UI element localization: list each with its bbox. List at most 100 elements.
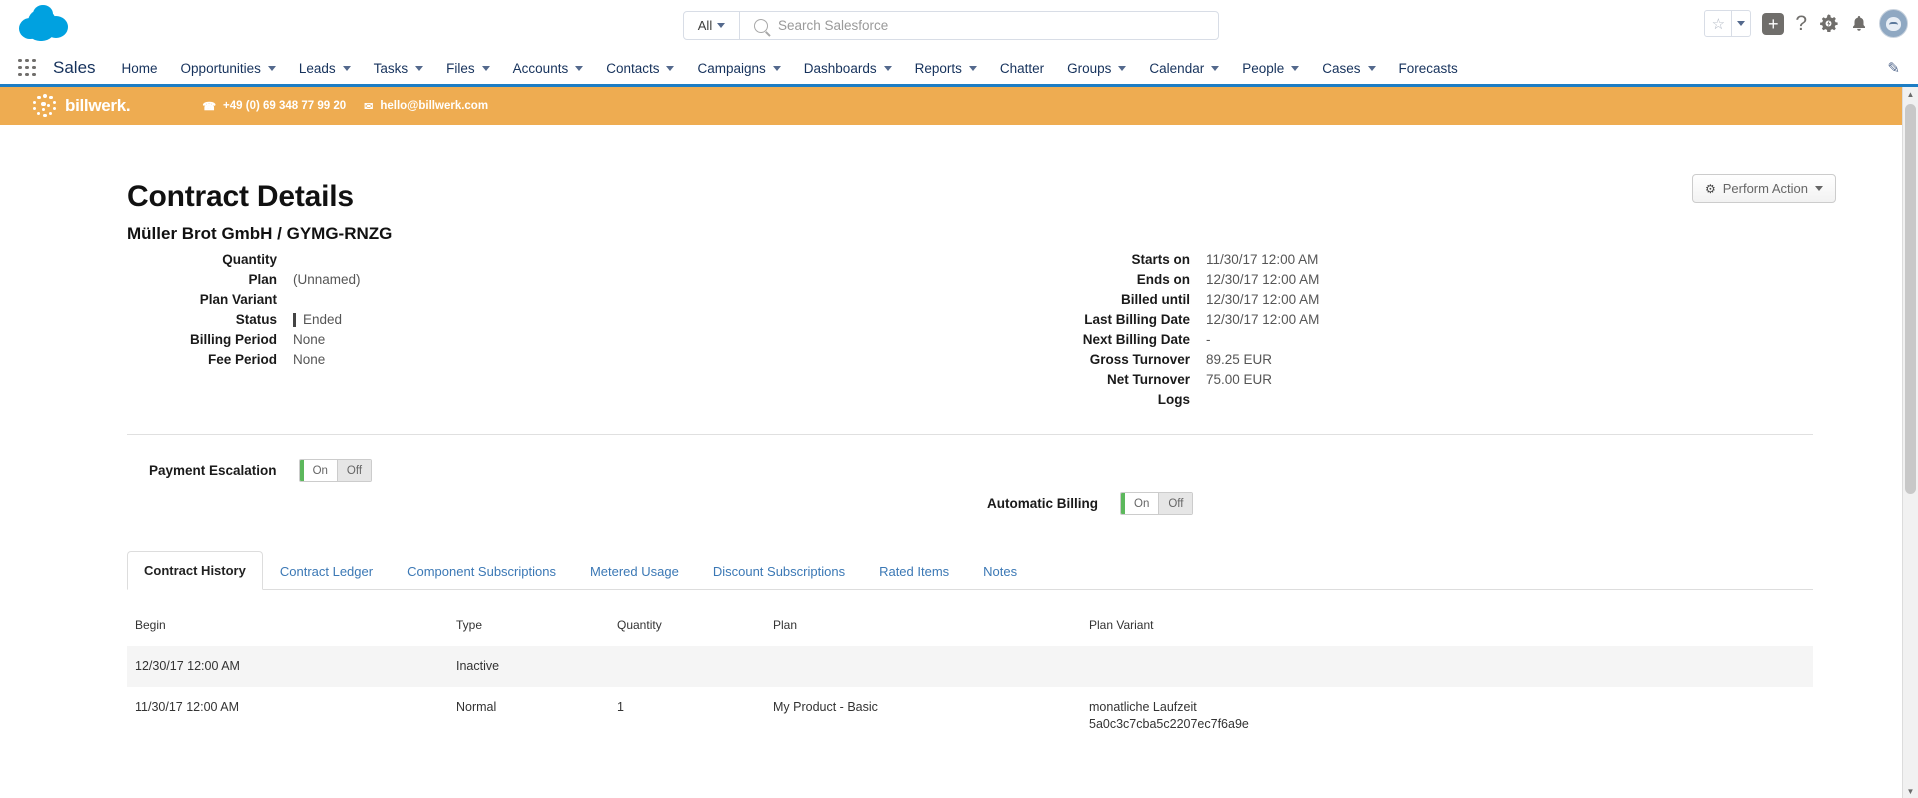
tab-rated-items[interactable]: Rated Items <box>862 552 966 590</box>
app-launcher-icon[interactable] <box>18 58 37 78</box>
nav-item-chatter[interactable]: Chatter <box>1000 61 1044 76</box>
bell-icon[interactable] <box>1850 14 1868 33</box>
column-header-quantity[interactable]: Quantity <box>609 612 765 646</box>
search-input[interactable]: Search Salesforce <box>740 12 1218 39</box>
tab-label: Contract History <box>144 563 246 578</box>
nav-item-label: Reports <box>914 60 962 76</box>
gear-icon: ⚙ <box>1704 181 1716 196</box>
variant-name: monatliche Laufzeit <box>1089 700 1197 714</box>
field-value: 12/30/17 12:00 AM <box>1206 292 1320 307</box>
perform-action-button[interactable]: ⚙ Perform Action <box>1691 174 1836 203</box>
field-fee-period: Fee Period None <box>127 350 970 370</box>
billwerk-banner: billwerk. ☎ +49 (0) 69 348 77 99 20 ✉ he… <box>0 87 1903 125</box>
tab-metered-usage[interactable]: Metered Usage <box>573 552 696 590</box>
tab-component-subscriptions[interactable]: Component Subscriptions <box>390 552 573 590</box>
cell-plan <box>765 646 1081 687</box>
chevron-down-icon[interactable] <box>1731 11 1750 36</box>
tab-contract-ledger[interactable]: Contract Ledger <box>263 552 390 590</box>
toggle-option-on[interactable]: On <box>303 460 337 481</box>
toggle-option-off[interactable]: Off <box>336 460 372 481</box>
search-scope-selector[interactable]: All <box>684 12 740 39</box>
plus-icon[interactable]: + <box>1762 12 1785 35</box>
column-header-plan-variant[interactable]: Plan Variant <box>1081 612 1813 646</box>
salesforce-app-nav: Sales Home Opportunities Leads Tasks Fil… <box>0 52 1918 87</box>
nav-item-tasks[interactable]: Tasks <box>374 61 424 76</box>
global-search[interactable]: All Search Salesforce <box>683 11 1219 40</box>
nav-item-label: Files <box>446 60 475 76</box>
toggle-option-on[interactable]: On <box>1125 493 1159 514</box>
tab-label: Metered Usage <box>589 564 679 579</box>
vertical-scrollbar[interactable]: ▲ ▼ <box>1902 87 1918 798</box>
tab-discount-subscriptions[interactable]: Discount Subscriptions <box>696 552 862 590</box>
nav-item-reports[interactable]: Reports <box>915 61 977 76</box>
nav-item-opportunities[interactable]: Opportunities <box>181 61 276 76</box>
nav-item-files[interactable]: Files <box>446 61 490 76</box>
field-next-billing-date: Next Billing Date - <box>970 330 1813 350</box>
nav-item-calendar[interactable]: Calendar <box>1149 61 1220 76</box>
nav-item-cases[interactable]: Cases <box>1322 61 1376 76</box>
automatic-billing-toggle[interactable]: On Off <box>1120 492 1194 515</box>
contract-fields-right: Starts on 11/30/17 12:00 AM Ends on 12/3… <box>970 250 1813 410</box>
search-scope-label: All <box>697 18 713 33</box>
column-header-plan[interactable]: Plan <box>765 612 1081 646</box>
nav-item-campaigns[interactable]: Campaigns <box>697 61 781 76</box>
nav-item-accounts[interactable]: Accounts <box>513 61 584 76</box>
field-value: 89.25 EUR <box>1206 352 1273 367</box>
tab-contract-history[interactable]: Contract History <box>127 551 263 590</box>
chevron-down-icon <box>1367 65 1376 71</box>
chevron-down-icon <box>883 65 892 71</box>
field-value: None <box>293 332 326 347</box>
chevron-down-icon <box>1291 65 1300 71</box>
payment-escalation-toggle[interactable]: On Off <box>298 459 373 482</box>
chevron-down-icon <box>968 65 977 71</box>
field-label: Net Turnover <box>1106 372 1190 387</box>
search-placeholder: Search Salesforce <box>778 18 889 33</box>
chevron-down-icon <box>717 23 726 28</box>
field-ends-on: Ends on 12/30/17 12:00 AM <box>970 270 1813 290</box>
user-avatar[interactable] <box>1879 9 1908 38</box>
nav-item-groups[interactable]: Groups <box>1067 61 1127 76</box>
scroll-up-arrow[interactable]: ▲ <box>1903 87 1918 102</box>
nav-item-contacts[interactable]: Contacts <box>606 60 675 76</box>
nav-item-dashboards[interactable]: Dashboards <box>804 61 892 76</box>
tab-label: Rated Items <box>879 564 950 579</box>
banner-phone[interactable]: ☎ +49 (0) 69 348 77 99 20 <box>202 100 346 113</box>
field-label: Billed until <box>1121 292 1190 307</box>
scroll-down-arrow[interactable]: ▼ <box>1903 784 1918 798</box>
cell-plan-variant <box>1081 646 1813 687</box>
field-status: Status Ended <box>127 310 970 330</box>
column-header-type[interactable]: Type <box>448 612 609 646</box>
cell-begin: 12/30/17 12:00 AM <box>127 646 448 687</box>
field-value: 12/30/17 12:00 AM <box>1206 272 1320 287</box>
nav-item-label: Accounts <box>512 60 569 76</box>
nav-item-forecasts[interactable]: Forecasts <box>1399 61 1458 76</box>
app-name[interactable]: Sales <box>53 58 96 78</box>
chevron-down-icon <box>267 65 276 71</box>
toggle-option-off[interactable]: Off <box>1158 493 1193 514</box>
nav-item-label: Forecasts <box>1398 60 1458 76</box>
field-plan-variant: Plan Variant <box>127 290 970 310</box>
table-row[interactable]: 12/30/17 12:00 AM Inactive <box>127 646 1813 687</box>
star-icon[interactable]: ☆ <box>1705 11 1731 36</box>
table-row[interactable]: 11/30/17 12:00 AM Normal 1 My Product - … <box>127 687 1813 745</box>
nav-item-home[interactable]: Home <box>122 61 158 76</box>
column-header-begin[interactable]: Begin <box>127 612 448 646</box>
field-label: Ends on <box>1136 272 1190 287</box>
chevron-down-icon <box>666 65 675 71</box>
cell-quantity: 1 <box>617 700 624 714</box>
field-label: Gross Turnover <box>1089 352 1190 367</box>
cell-type: Inactive <box>448 646 609 687</box>
question-mark-icon[interactable]: ? <box>1795 12 1807 36</box>
banner-phone-text: +49 (0) 69 348 77 99 20 <box>223 100 347 112</box>
tab-notes[interactable]: Notes <box>966 552 1034 590</box>
favorites-group[interactable]: ☆ <box>1704 10 1752 37</box>
nav-item-label: Dashboards <box>803 60 877 76</box>
scrollbar-thumb[interactable] <box>1905 104 1916 494</box>
gear-icon[interactable] <box>1818 13 1839 34</box>
nav-item-label: Contacts <box>606 60 660 76</box>
nav-item-label: Home <box>121 60 158 76</box>
pencil-icon[interactable]: ✎ <box>1887 59 1900 77</box>
nav-item-leads[interactable]: Leads <box>299 61 351 76</box>
banner-email[interactable]: ✉ hello@billwerk.com <box>364 100 488 113</box>
nav-item-people[interactable]: People <box>1242 61 1300 76</box>
